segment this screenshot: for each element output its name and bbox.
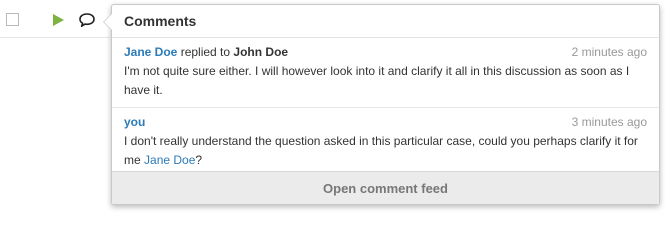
comment-author-link[interactable]: Jane Doe [124, 45, 177, 59]
list-row [0, 0, 110, 38]
popover-caret-inner [104, 14, 112, 30]
comment-recipient: John Doe [233, 45, 289, 59]
comment-body-end: ? [195, 153, 203, 167]
mention-link[interactable]: Jane Doe [144, 153, 195, 167]
popover-header: Comments [112, 5, 659, 38]
comment-body-wrapper: I don't really understand the question a… [124, 132, 647, 170]
comment-meta: Jane Doe replied to John Doe 2 minutes a… [124, 43, 647, 62]
speech-bubble-icon[interactable] [78, 11, 96, 29]
comment-item: Jane Doe replied to John Doe 2 minutes a… [112, 38, 659, 108]
comment-timestamp: 3 minutes ago [571, 115, 647, 129]
comment-body: I'm not quite sure either. I will howeve… [124, 64, 630, 97]
comment-timestamp: 2 minutes ago [571, 45, 647, 59]
comment-author-link[interactable]: you [124, 113, 145, 132]
comment-verb: replied to [180, 45, 231, 59]
comment-header: Jane Doe replied to John Doe [124, 43, 288, 62]
play-icon[interactable] [51, 13, 65, 27]
comment-item: you 3 minutes ago I don't really underst… [112, 108, 659, 178]
row-checkbox[interactable] [6, 13, 19, 26]
open-comment-feed-button[interactable]: Open comment feed [112, 171, 659, 204]
popover-title: Comments [124, 13, 197, 29]
comment-meta: you 3 minutes ago [124, 113, 647, 132]
comments-popover: Comments Jane Doe replied to John Doe 2 … [103, 4, 660, 205]
